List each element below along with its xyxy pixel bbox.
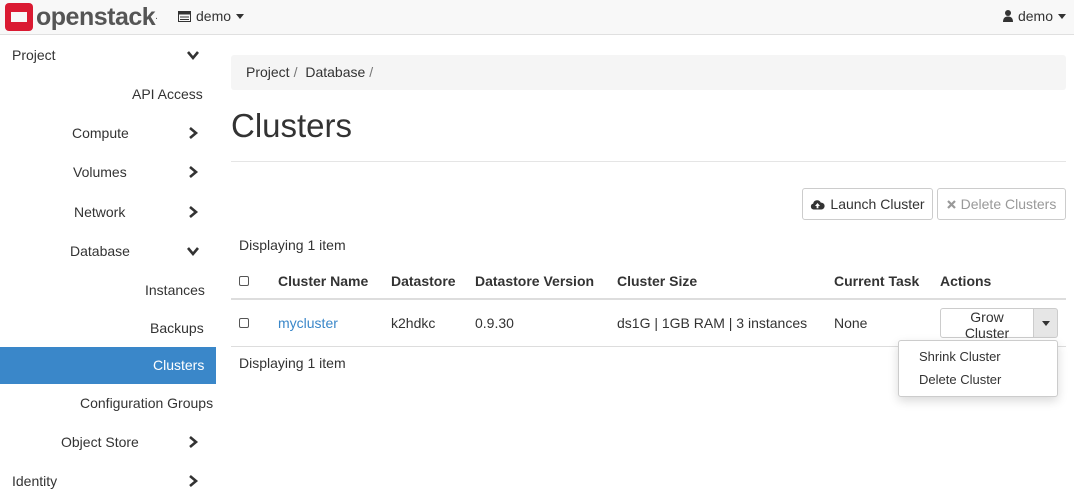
header-select-all: [231, 263, 270, 300]
sidebar-item-label: Database: [70, 243, 130, 259]
top-navbar: openstack. demo demo: [0, 0, 1074, 35]
breadcrumb: Project / Database /: [231, 55, 1066, 90]
table-header-row: Cluster Name Datastore Datastore Version…: [231, 263, 1066, 300]
project-name: demo: [196, 8, 232, 24]
caret-down-icon: [1041, 320, 1050, 326]
header-cluster-name[interactable]: Cluster Name: [270, 263, 383, 300]
breadcrumb-separator: /: [369, 64, 374, 80]
item-count-bottom: Displaying 1 item: [239, 355, 346, 371]
page-title: Clusters: [231, 107, 353, 144]
cluster-name-link[interactable]: mycluster: [278, 315, 338, 331]
row-actions-split-button: Grow Cluster: [940, 308, 1058, 341]
breadcrumb-separator: /: [293, 64, 298, 80]
sidebar-item-clusters[interactable]: Clusters: [0, 347, 216, 384]
select-all-checkbox[interactable]: [239, 275, 249, 286]
sidebar-item-project[interactable]: Project: [0, 45, 216, 65]
delete-clusters-button[interactable]: Delete Clusters: [937, 188, 1066, 220]
sidebar-item-label: Project: [12, 47, 56, 63]
user-icon: [1002, 10, 1013, 22]
project-switcher[interactable]: demo: [178, 8, 245, 24]
brand[interactable]: openstack.: [5, 3, 158, 31]
menu-item-delete-cluster[interactable]: Delete Cluster: [919, 372, 1001, 387]
chevron-right-icon: [189, 127, 199, 139]
times-icon: [946, 199, 956, 209]
chevron-right-icon: [189, 475, 199, 487]
header-datastore-version[interactable]: Datastore Version: [467, 263, 609, 300]
sidebar-item-label: Identity: [12, 473, 58, 489]
header-cluster-size[interactable]: Cluster Size: [609, 263, 826, 300]
sidebar-item-compute[interactable]: Compute: [0, 123, 216, 143]
sidebar-item-label: Compute: [72, 125, 129, 141]
sidebar-item-api-access[interactable]: API Access: [0, 84, 216, 104]
sidebar-item-label: Volumes: [73, 164, 127, 180]
user-menu[interactable]: demo: [1002, 8, 1066, 24]
item-count-top: Displaying 1 item: [239, 237, 346, 253]
chevron-right-icon: [189, 436, 199, 448]
sidebar-item-instances[interactable]: Instances: [0, 280, 216, 300]
sidebar-item-label: Clusters: [153, 357, 205, 373]
launch-cluster-label: Launch Cluster: [830, 196, 925, 212]
sidebar: Project API Access Compute Volumes Netwo…: [0, 35, 216, 495]
sidebar-item-volumes[interactable]: Volumes: [0, 162, 216, 182]
row-checkbox[interactable]: [239, 318, 249, 328]
sidebar-item-database[interactable]: Database: [0, 241, 216, 261]
breadcrumb-item-project[interactable]: Project: [246, 64, 290, 80]
sidebar-item-label: Object Store: [61, 434, 139, 450]
openstack-logo-icon: [5, 3, 33, 31]
caret-down-icon: [236, 13, 245, 19]
sidebar-item-identity[interactable]: Identity: [0, 471, 216, 491]
sidebar-item-label: Configuration Groups: [80, 395, 214, 411]
cluster-name-cell: mycluster: [270, 299, 383, 347]
user-name: demo: [1017, 8, 1053, 24]
breadcrumb-item-database[interactable]: Database: [305, 64, 365, 80]
launch-cluster-button[interactable]: Launch Cluster: [802, 188, 933, 220]
sidebar-item-label: Network: [74, 204, 126, 220]
sidebar-item-object-store[interactable]: Object Store: [0, 432, 216, 452]
datastore-version-cell: 0.9.30: [467, 299, 609, 347]
sidebar-item-label: API Access: [132, 86, 203, 102]
sidebar-item-backups[interactable]: Backups: [0, 318, 216, 338]
chevron-right-icon: [189, 206, 199, 218]
delete-clusters-label: Delete Clusters: [960, 196, 1057, 212]
caret-down-icon: [1058, 13, 1066, 19]
divider: [231, 161, 1066, 162]
sidebar-item-label: Backups: [150, 320, 204, 336]
header-current-task[interactable]: Current Task: [826, 263, 932, 300]
row-actions-toggle[interactable]: [1034, 308, 1058, 338]
header-actions: Actions: [932, 263, 1066, 300]
chevron-down-icon: [187, 247, 199, 257]
row-actions-menu: Shrink Cluster Delete Cluster: [898, 340, 1058, 397]
chevron-right-icon: [189, 166, 199, 178]
menu-item-shrink-cluster[interactable]: Shrink Cluster: [919, 349, 1001, 364]
header-datastore[interactable]: Datastore: [383, 263, 467, 300]
cluster-size-cell: ds1G | 1GB RAM | 3 instances: [609, 299, 826, 347]
row-select-cell: [231, 299, 270, 347]
project-switcher-icon: [178, 10, 191, 22]
sidebar-item-configuration-groups[interactable]: Configuration Groups: [0, 393, 216, 413]
sidebar-item-network[interactable]: Network: [0, 202, 216, 222]
brand-name: openstack.: [36, 3, 158, 31]
cloud-upload-icon: [811, 199, 826, 209]
chevron-down-icon: [187, 51, 199, 61]
grow-cluster-button[interactable]: Grow Cluster: [940, 308, 1034, 341]
datastore-cell: k2hdkc: [383, 299, 467, 347]
sidebar-item-label: Instances: [145, 282, 205, 298]
